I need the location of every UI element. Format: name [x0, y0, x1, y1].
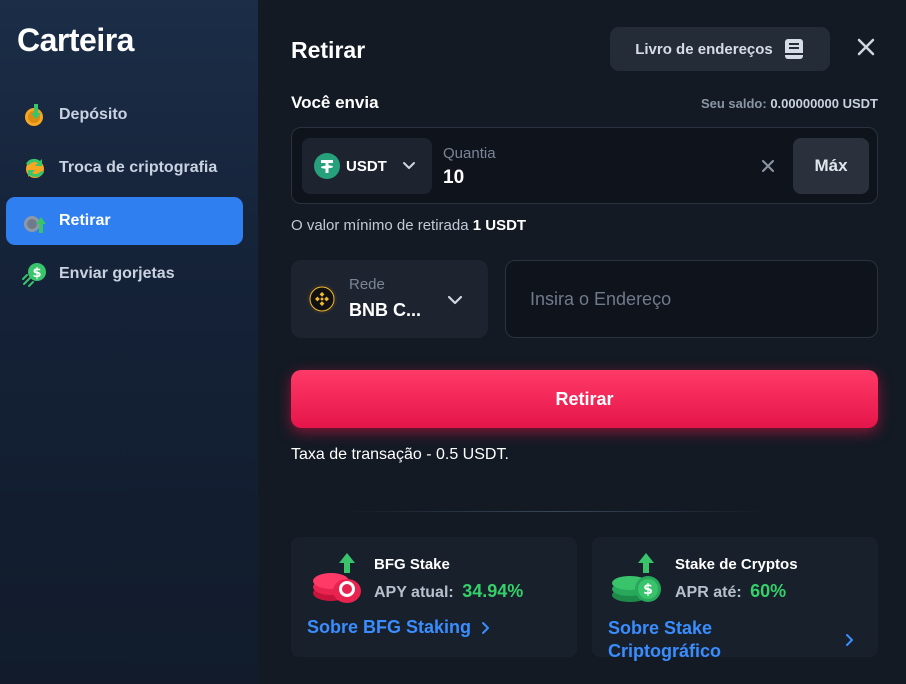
clear-button[interactable] [758, 156, 778, 176]
sidebar-nav: Depósito Troca de criptografia Retirar $… [6, 91, 243, 303]
max-button[interactable]: Máx [793, 138, 869, 194]
stake-rate-label: APR até: [675, 584, 742, 601]
crypto-stake-icon: $ [608, 551, 668, 607]
you-send-label: Você envia [291, 93, 379, 112]
sidebar: Carteira Depósito Troca de criptografia … [0, 0, 258, 684]
swap-icon [21, 154, 49, 182]
about-bfg-staking-link[interactable]: Sobre BFG Staking [307, 617, 493, 638]
quantity-input[interactable] [443, 166, 743, 190]
svg-text:$: $ [643, 582, 653, 598]
stake-link-label: Sobre BFG Staking [307, 617, 472, 637]
sidebar-item-label: Enviar gorjetas [59, 265, 175, 282]
about-crypto-staking-link[interactable]: Sobre Stake Criptográfico [608, 617, 758, 663]
min-value: 1 USDT [472, 217, 527, 234]
stake-rate: APR até: 60% [675, 581, 786, 602]
network-select[interactable]: Rede BNB C... [291, 260, 488, 338]
close-button[interactable] [852, 33, 880, 61]
withdraw-button[interactable]: Retirar [291, 370, 878, 428]
stake-card-crypto: $ Stake de Cryptos APR até: 60% Sobre St… [592, 537, 878, 661]
sidebar-item-deposit[interactable]: Depósito [6, 91, 243, 139]
currency-label: USDT [346, 157, 387, 175]
currency-select[interactable]: USDT [302, 138, 432, 194]
bfg-stake-icon [307, 551, 367, 607]
chevron-right-icon[interactable] [843, 633, 857, 647]
stake-rate-label: APY atual: [374, 584, 454, 601]
withdraw-icon [21, 207, 49, 235]
stake-title: Stake de Cryptos [675, 556, 798, 573]
stake-rate-value: 34.94% [462, 581, 524, 601]
sidebar-item-label: Retirar [59, 212, 111, 229]
page-title: Retirar [291, 37, 366, 63]
balance-label: Seu saldo: [700, 96, 767, 111]
address-book-label: Livro de endereços [635, 40, 773, 58]
bnb-icon [307, 284, 337, 314]
chevron-down-icon [401, 158, 417, 174]
sidebar-item-label: Troca de criptografia [59, 159, 218, 176]
usdt-icon [314, 153, 340, 179]
sidebar-item-withdraw[interactable]: Retirar [6, 197, 243, 245]
deposit-icon [21, 101, 49, 129]
chevron-down-icon [445, 290, 465, 310]
min-label: O valor mínimo de retirada [291, 217, 469, 234]
clear-icon [762, 160, 774, 172]
balance: Seu saldo: 0.00000000 USDT [701, 96, 878, 111]
address-book-button[interactable]: Livro de endereços [610, 27, 830, 71]
minimum-withdrawal-text: O valor mínimo de retirada 1 USDT [291, 217, 526, 234]
amount-box: USDT Quantia Máx [291, 127, 878, 204]
stake-rate-value: 60% [750, 581, 787, 601]
stake-card-bfg: BFG Stake APY atual: 34.94% Sobre BFG St… [291, 537, 577, 657]
tip-icon: $ [21, 260, 49, 288]
close-icon [857, 38, 875, 56]
transaction-fee-text: Taxa de transação - 0.5 USDT. [291, 446, 509, 463]
chevron-right-icon [482, 621, 490, 634]
stake-title: BFG Stake [374, 556, 450, 573]
sidebar-item-swap[interactable]: Troca de criptografia [6, 144, 243, 192]
withdraw-panel: Retirar Livro de endereços Você envia Se… [258, 0, 906, 684]
svg-text:$: $ [32, 266, 41, 281]
sidebar-item-label: Depósito [59, 106, 128, 123]
sidebar-title: Carteira [17, 22, 134, 58]
quantity-label: Quantia [443, 145, 496, 162]
divider [346, 511, 766, 512]
book-icon [783, 38, 805, 60]
network-value: BNB C... [349, 300, 421, 320]
sidebar-item-tips[interactable]: $ Enviar gorjetas [6, 250, 243, 298]
balance-value: 0.00000000 USDT [770, 96, 878, 111]
stake-rate: APY atual: 34.94% [374, 581, 523, 602]
network-label: Rede [349, 276, 385, 293]
address-input[interactable] [505, 260, 878, 338]
